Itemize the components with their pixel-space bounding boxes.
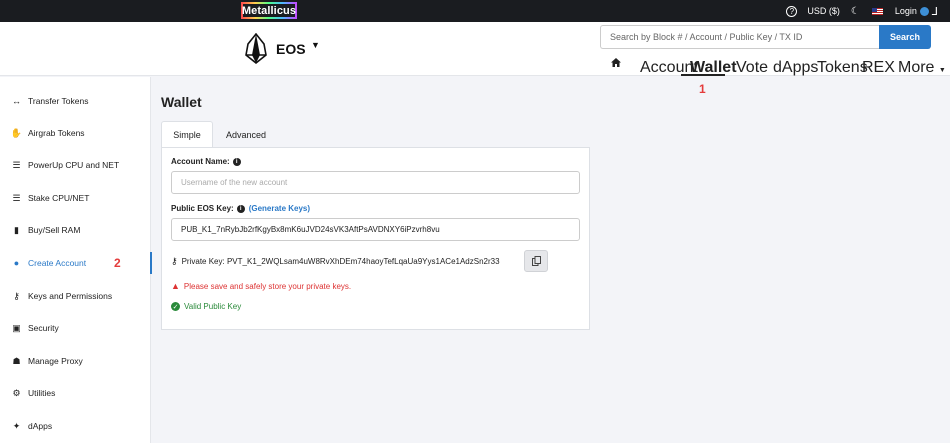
memory-icon: ▮ <box>14 224 19 235</box>
sidebar-item-label: Manage Proxy <box>28 356 83 366</box>
sidebar-item-powerup[interactable]: ☰ PowerUp CPU and NET <box>0 154 151 176</box>
nav-more-label: More <box>898 59 935 76</box>
sidebar-item-label: Utilities <box>28 388 56 398</box>
sidebar-item-manage-proxy[interactable]: ☗ Manage Proxy <box>0 350 151 372</box>
sidebar-item-label: dApps <box>28 421 53 431</box>
key-icon: ⚷ <box>13 290 20 301</box>
active-tab-underline <box>681 74 725 76</box>
valid-text: Valid Public Key <box>184 302 242 311</box>
login-link[interactable]: Login <box>895 6 917 16</box>
warning-icon: ▲ <box>171 281 180 291</box>
active-indicator <box>150 252 152 274</box>
chevron-down-icon: ▼ <box>938 67 946 74</box>
sidebar-item-utilities[interactable]: ⚙ Utilities <box>0 382 151 404</box>
public-key-label-text: Public EOS Key: <box>171 204 234 213</box>
key-icon: ⚷ <box>171 256 178 266</box>
gear-icon: ⚙ <box>12 387 21 398</box>
dark-mode-icon[interactable]: ☾ <box>851 6 860 17</box>
sidebar-item-dapps[interactable]: ✦ dApps <box>0 415 151 437</box>
private-key-warning: ▲ Please save and safely store your priv… <box>171 281 351 291</box>
sidebar-item-keys-permissions[interactable]: ⚷ Keys and Permissions <box>0 285 151 307</box>
sidebar-item-label: Buy/Sell RAM <box>28 225 81 235</box>
server-icon: ☰ <box>12 192 21 203</box>
lock-icon: ▣ <box>12 322 21 333</box>
nav-rex[interactable]: REX <box>862 59 895 77</box>
warning-text: Please save and safely store your privat… <box>183 281 352 291</box>
sidebar-item-buy-sell-ram[interactable]: ▮ Buy/Sell RAM <box>0 219 151 241</box>
page-title: Wallet <box>161 94 202 110</box>
us-flag-icon[interactable] <box>871 7 883 15</box>
search-input[interactable] <box>600 25 879 49</box>
copy-button[interactable] <box>524 250 548 272</box>
annotation-marker-2: 2 <box>114 256 121 270</box>
annotation-marker-1: 1 <box>699 82 706 96</box>
top-bar: Metallicus ? USD ($) ☾ Login ⅃ <box>0 0 950 22</box>
public-key-label: Public EOS Key: i (Generate Keys) <box>171 204 310 213</box>
server-icon: ☰ <box>12 159 21 170</box>
sidebar-item-label: Transfer Tokens <box>28 96 89 106</box>
info-icon[interactable]: i <box>232 157 241 166</box>
nav-vote[interactable]: Vote <box>736 59 768 77</box>
check-circle-icon: ✓ <box>171 302 180 311</box>
eos-logo-icon[interactable] <box>245 33 267 64</box>
chevron-down-icon[interactable]: ▼ <box>311 40 320 50</box>
sidebar-item-transfer-tokens[interactable]: ↔ Transfer Tokens <box>0 90 151 112</box>
nav-tokens[interactable]: Tokens <box>817 59 868 77</box>
sidebar-item-label: Keys and Permissions <box>28 291 113 301</box>
tab-advanced[interactable]: Advanced <box>213 121 279 148</box>
gamepad-icon: ✦ <box>12 420 21 431</box>
public-key-input[interactable] <box>171 218 580 241</box>
nav-more[interactable]: More ▼ <box>898 59 946 77</box>
sidebar-item-label: Security <box>28 323 59 333</box>
user-icon: ● <box>13 258 20 268</box>
nav-dapps[interactable]: dApps <box>773 59 818 77</box>
copy-icon <box>531 256 541 266</box>
sidebar-item-label: Airgrab Tokens <box>28 128 85 138</box>
currency-selector[interactable]: USD ($) <box>807 6 840 16</box>
users-icon: ☗ <box>12 355 21 366</box>
transfer-icon: ↔ <box>12 96 21 106</box>
wallet-connect-icon[interactable]: ⅃ <box>932 5 938 18</box>
info-icon[interactable]: i <box>236 204 245 213</box>
account-name-label-text: Account Name: <box>171 157 230 166</box>
sidebar-item-security[interactable]: ▣ Security <box>0 317 151 339</box>
hand-icon: ✋ <box>10 127 23 138</box>
help-icon[interactable]: ? <box>786 5 798 17</box>
network-status-icon[interactable] <box>919 6 929 16</box>
sidebar-item-label: Stake CPU/NET <box>28 193 90 203</box>
search-button[interactable]: Search <box>879 25 931 49</box>
sidebar-item-airgrab-tokens[interactable]: ✋ Airgrab Tokens <box>0 122 151 144</box>
sidebar-item-create-account[interactable]: ● Create Account <box>0 252 152 274</box>
metallicus-logo[interactable]: Metallicus <box>241 2 297 19</box>
brand-text: Metallicus <box>241 4 297 17</box>
sidebar-item-label: PowerUp CPU and NET <box>28 160 120 170</box>
private-key-row: ⚷ Private Key: PVT_K1_2WQLsam4uW8RvXhDEm… <box>171 256 500 267</box>
private-key-label: Private Key: <box>181 257 225 266</box>
sidebar: ↔ Transfer Tokens ✋ Airgrab Tokens ☰ PowerU… <box>0 77 152 443</box>
chain-title[interactable]: EOS <box>276 41 306 57</box>
generate-keys-link[interactable]: (Generate Keys) <box>249 204 310 213</box>
tab-simple[interactable]: Simple <box>161 121 213 148</box>
valid-key-status: ✓ Valid Public Key <box>171 302 241 311</box>
account-name-label: Account Name: i <box>171 157 241 166</box>
account-name-input[interactable] <box>171 171 580 194</box>
top-bar-actions: ? USD ($) ☾ Login ⅃ <box>786 0 938 22</box>
create-account-form: Account Name: i Public EOS Key: i (Gener… <box>161 147 590 330</box>
sidebar-item-stake[interactable]: ☰ Stake CPU/NET <box>0 187 151 209</box>
home-icon[interactable] <box>611 58 621 67</box>
sidebar-item-label: Create Account <box>28 258 87 268</box>
private-key-value: PVT_K1_2WQLsam4uW8RvXhDEm74haoyTefLqaUa9… <box>226 257 500 266</box>
header: EOS ▼ Search Account Wallet Vote dApps T… <box>0 22 950 76</box>
